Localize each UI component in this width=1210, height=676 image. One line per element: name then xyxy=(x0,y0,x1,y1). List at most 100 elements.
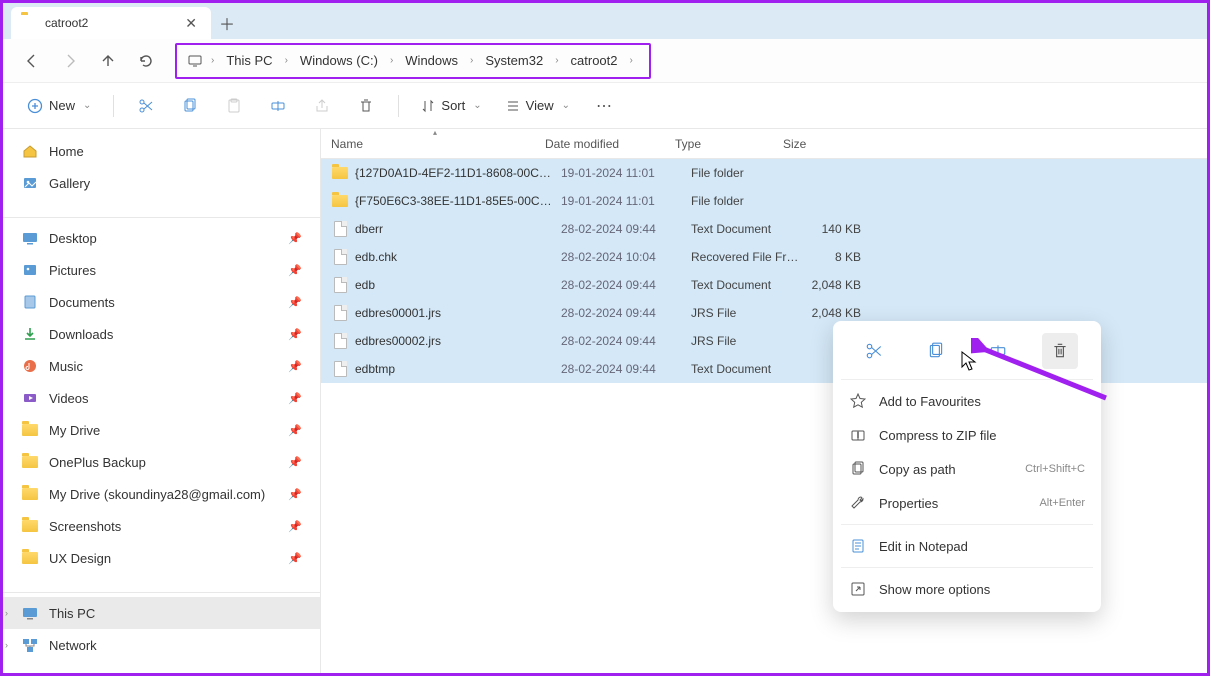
paste-button[interactable] xyxy=(216,88,252,124)
file-type: File folder xyxy=(691,166,799,180)
sidebar: Home Gallery Desktop📌Pictures📌Documents📌… xyxy=(3,129,321,673)
file-icon xyxy=(331,360,349,378)
ctx-item-label: Copy as path xyxy=(879,462,956,477)
forward-button[interactable] xyxy=(53,44,87,78)
file-type: File folder xyxy=(691,194,799,208)
plus-circle-icon xyxy=(27,98,43,114)
file-row[interactable]: edb28-02-2024 09:44Text Document2,048 KB xyxy=(321,271,1207,299)
breadcrumb-item[interactable]: System32 xyxy=(481,53,547,68)
breadcrumb-item[interactable]: catroot2 xyxy=(567,53,622,68)
tab-catroot2[interactable]: catroot2 ✕ xyxy=(11,7,211,39)
file-row[interactable]: {127D0A1D-4EF2-11D1-8608-00C04FC295...19… xyxy=(321,159,1207,187)
breadcrumb-item[interactable]: Windows (C:) xyxy=(296,53,382,68)
copy-button[interactable] xyxy=(172,88,208,124)
new-tab-button[interactable]: ＋ xyxy=(211,7,243,39)
file-row[interactable]: dberr28-02-2024 09:44Text Document140 KB xyxy=(321,215,1207,243)
sidebar-item-music[interactable]: Music📌 xyxy=(3,350,320,382)
pictures-icon xyxy=(21,261,39,279)
sidebar-item-videos[interactable]: Videos📌 xyxy=(3,382,320,414)
ctx-show-more[interactable]: Show more options xyxy=(839,572,1095,606)
sidebar-item-this-pc[interactable]: ›This PC xyxy=(3,597,320,629)
chevron-right-icon[interactable]: › xyxy=(549,55,564,66)
column-header-size[interactable]: Size xyxy=(783,129,853,158)
share-button[interactable] xyxy=(304,88,340,124)
ctx-copy-button[interactable] xyxy=(918,333,954,369)
sidebar-item-pictures[interactable]: Pictures📌 xyxy=(3,254,320,286)
ctx-properties[interactable]: Properties Alt+Enter xyxy=(839,486,1095,520)
column-header-date[interactable]: Date modified xyxy=(545,129,675,158)
toolbar: New ⌄ Sort ⌄ View ⌄ ⋯ xyxy=(3,83,1207,129)
rename-icon xyxy=(270,98,286,114)
breadcrumb-item[interactable]: This PC xyxy=(222,53,276,68)
ctx-compress-zip[interactable]: Compress to ZIP file xyxy=(839,418,1095,452)
sidebar-item-network[interactable]: ›Network xyxy=(3,629,320,661)
zip-icon xyxy=(849,426,867,444)
copy-path-icon xyxy=(849,460,867,478)
breadcrumb-item[interactable]: Windows xyxy=(401,53,462,68)
tab-bar: catroot2 ✕ ＋ xyxy=(3,3,1207,39)
delete-button[interactable] xyxy=(348,88,384,124)
sidebar-item-gallery[interactable]: Gallery xyxy=(3,167,320,199)
home-icon xyxy=(21,142,39,160)
new-button[interactable]: New ⌄ xyxy=(19,94,99,118)
file-date: 28-02-2024 09:44 xyxy=(561,222,691,236)
up-button[interactable] xyxy=(91,44,125,78)
chevron-right-icon[interactable]: › xyxy=(5,640,8,650)
ctx-item-label: Properties xyxy=(879,496,938,511)
cut-button[interactable] xyxy=(128,88,164,124)
chevron-right-icon[interactable]: › xyxy=(384,55,399,66)
arrow-right-icon xyxy=(62,53,78,69)
sidebar-item-my-drive[interactable]: My Drive📌 xyxy=(3,414,320,446)
ctx-copy-path[interactable]: Copy as path Ctrl+Shift+C xyxy=(839,452,1095,486)
ctx-add-favourites[interactable]: Add to Favourites xyxy=(839,384,1095,418)
chevron-right-icon[interactable]: › xyxy=(624,55,639,66)
file-type: Text Document xyxy=(691,278,799,292)
arrow-left-icon xyxy=(24,53,40,69)
file-date: 19-01-2024 11:01 xyxy=(561,194,691,208)
sidebar-item-label: My Drive (skoundinya28@gmail.com) xyxy=(49,487,265,502)
sidebar-item-ux-design[interactable]: UX Design📌 xyxy=(3,542,320,574)
file-row[interactable]: edb.chk28-02-2024 10:04Recovered File Fr… xyxy=(321,243,1207,271)
view-button[interactable]: View ⌄ xyxy=(498,94,578,117)
breadcrumb[interactable]: › This PC › Windows (C:) › Windows › Sys… xyxy=(175,43,651,79)
ctx-cut-button[interactable] xyxy=(856,333,892,369)
sort-button[interactable]: Sort ⌄ xyxy=(413,94,489,117)
pin-icon: 📌 xyxy=(288,264,302,277)
clipboard-icon xyxy=(226,98,242,114)
chevron-right-icon[interactable]: › xyxy=(5,608,8,618)
ctx-shortcut: Alt+Enter xyxy=(1039,497,1085,509)
back-button[interactable] xyxy=(15,44,49,78)
chevron-right-icon[interactable]: › xyxy=(205,55,220,66)
file-type: Text Document xyxy=(691,222,799,236)
sidebar-item-documents[interactable]: Documents📌 xyxy=(3,286,320,318)
sidebar-item-my-drive-skoundinya28-gmail-com-[interactable]: My Drive (skoundinya28@gmail.com)📌 xyxy=(3,478,320,510)
folder-icon xyxy=(331,192,349,210)
ctx-item-label: Edit in Notepad xyxy=(879,539,968,554)
chevron-right-icon[interactable]: › xyxy=(279,55,294,66)
ctx-rename-button[interactable] xyxy=(980,333,1016,369)
rename-button[interactable] xyxy=(260,88,296,124)
column-header-type[interactable]: Type xyxy=(675,129,783,158)
sidebar-item-oneplus-backup[interactable]: OnePlus Backup📌 xyxy=(3,446,320,478)
file-row[interactable]: {F750E6C3-38EE-11D1-85E5-00C04FC295...19… xyxy=(321,187,1207,215)
sidebar-item-downloads[interactable]: Downloads📌 xyxy=(3,318,320,350)
sidebar-item-label: OnePlus Backup xyxy=(49,455,146,470)
copy-icon xyxy=(927,342,945,360)
sidebar-item-screenshots[interactable]: Screenshots📌 xyxy=(3,510,320,542)
refresh-button[interactable] xyxy=(129,44,163,78)
chevron-down-icon: ⌄ xyxy=(473,100,481,111)
close-icon[interactable]: ✕ xyxy=(181,15,201,32)
sidebar-item-desktop[interactable]: Desktop📌 xyxy=(3,222,320,254)
sidebar-item-label: Music xyxy=(49,359,83,374)
chevron-right-icon[interactable]: › xyxy=(464,55,479,66)
ctx-shortcut: Ctrl+Shift+C xyxy=(1025,463,1085,475)
ctx-edit-notepad[interactable]: Edit in Notepad xyxy=(839,529,1095,563)
ctx-delete-button[interactable] xyxy=(1042,333,1078,369)
sort-indicator-icon: ▴ xyxy=(433,128,437,137)
folder-icon xyxy=(21,549,39,567)
ctx-item-label: Compress to ZIP file xyxy=(879,428,997,443)
sidebar-item-home[interactable]: Home xyxy=(3,135,320,167)
arrow-up-icon xyxy=(100,53,116,69)
more-button[interactable]: ⋯ xyxy=(586,88,622,124)
new-label: New xyxy=(49,98,75,113)
